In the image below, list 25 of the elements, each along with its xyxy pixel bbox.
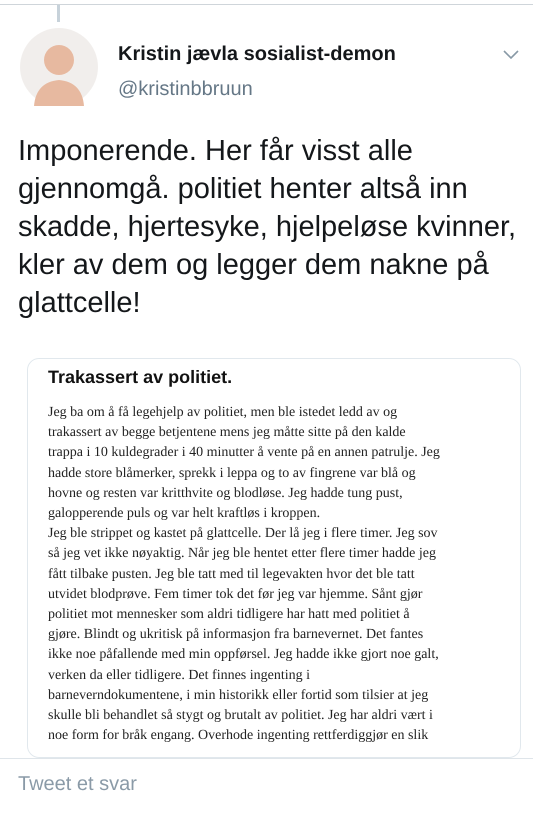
document-line: ikke noe påfallende med min oppførsel. Jeg hadde ikke gjort noe galt, (48, 646, 439, 664)
chevron-icon[interactable] (503, 50, 519, 60)
author-name[interactable]: Kristin jævla sosialist-demon (118, 43, 503, 66)
document-line: barneverndokumentene, i min historikk eller fortid som tilsier at jeg (48, 686, 428, 705)
document-line: trakassert av begge betjentene mens jeg måtte sitte på den kalde (48, 424, 406, 442)
document-line: gjøre. Blindt og ukritisk på informasjon fra barnevernet. Det fantes (48, 626, 424, 644)
reply-field[interactable]: Tweet et svar (18, 773, 318, 796)
document-line: fått tilbake pusten. Jeg ble tatt med til legevakten hvor det ble tatt (48, 566, 415, 584)
document-line: Jeg ble strippet og kastet på glattcelle. Der lå jeg i flere timer. Jeg sov (48, 525, 438, 544)
document-line: verken da eller tidligere. Det finnes ingenting i (48, 666, 310, 685)
document-line: utvidet blodprøve. Fem timer tok det før jeg var hjemme. Sånt gjør (48, 586, 422, 604)
document-line: hadde store blåmerker, sprekk i leppa og to av fingrene var blå og (48, 464, 416, 483)
document-line: trappa i 10 kuldegrader i 40 minutter å vente på en annen patrulje. Jeg (48, 444, 440, 462)
avatar[interactable] (20, 28, 98, 106)
document-line: noe form for bråk engang. Overhode ingenting rettferdiggjør en slik (48, 727, 428, 746)
document-line: så jeg vet ikke nøyaktig. Når jeg ble hentet etter flere timer hadde jeg (48, 545, 436, 564)
author-handle[interactable]: @kristinbbruun (118, 78, 503, 101)
document-title: Trakassert av politiet. (48, 367, 234, 388)
document-line: galopperende puls og var helt kraftløs i kroppen. (48, 505, 320, 524)
tweet-text: Imponerende. Her får visst alle gjennomgå. politiet henter altså inn skadde, hjertesyke, hjelpeløse kvinner, kler av dem og legger dem nakne på glattcelle! (18, 134, 518, 321)
document-line: skulle bli behandlet så stygt og brutalt av politiet. Jeg har aldri vært i (48, 707, 433, 726)
document-line: politiet mot mennesker som aldri tidligere har hatt med politiet å (48, 606, 410, 624)
document-card[interactable] (27, 358, 521, 758)
document-line: hovne og resten var kritthvite og blodløse. Jeg hadde tung pust, (48, 484, 403, 503)
document-line: Jeg ba om å få legehjelp av politiet, men ble istedet ledd av og (48, 404, 398, 422)
